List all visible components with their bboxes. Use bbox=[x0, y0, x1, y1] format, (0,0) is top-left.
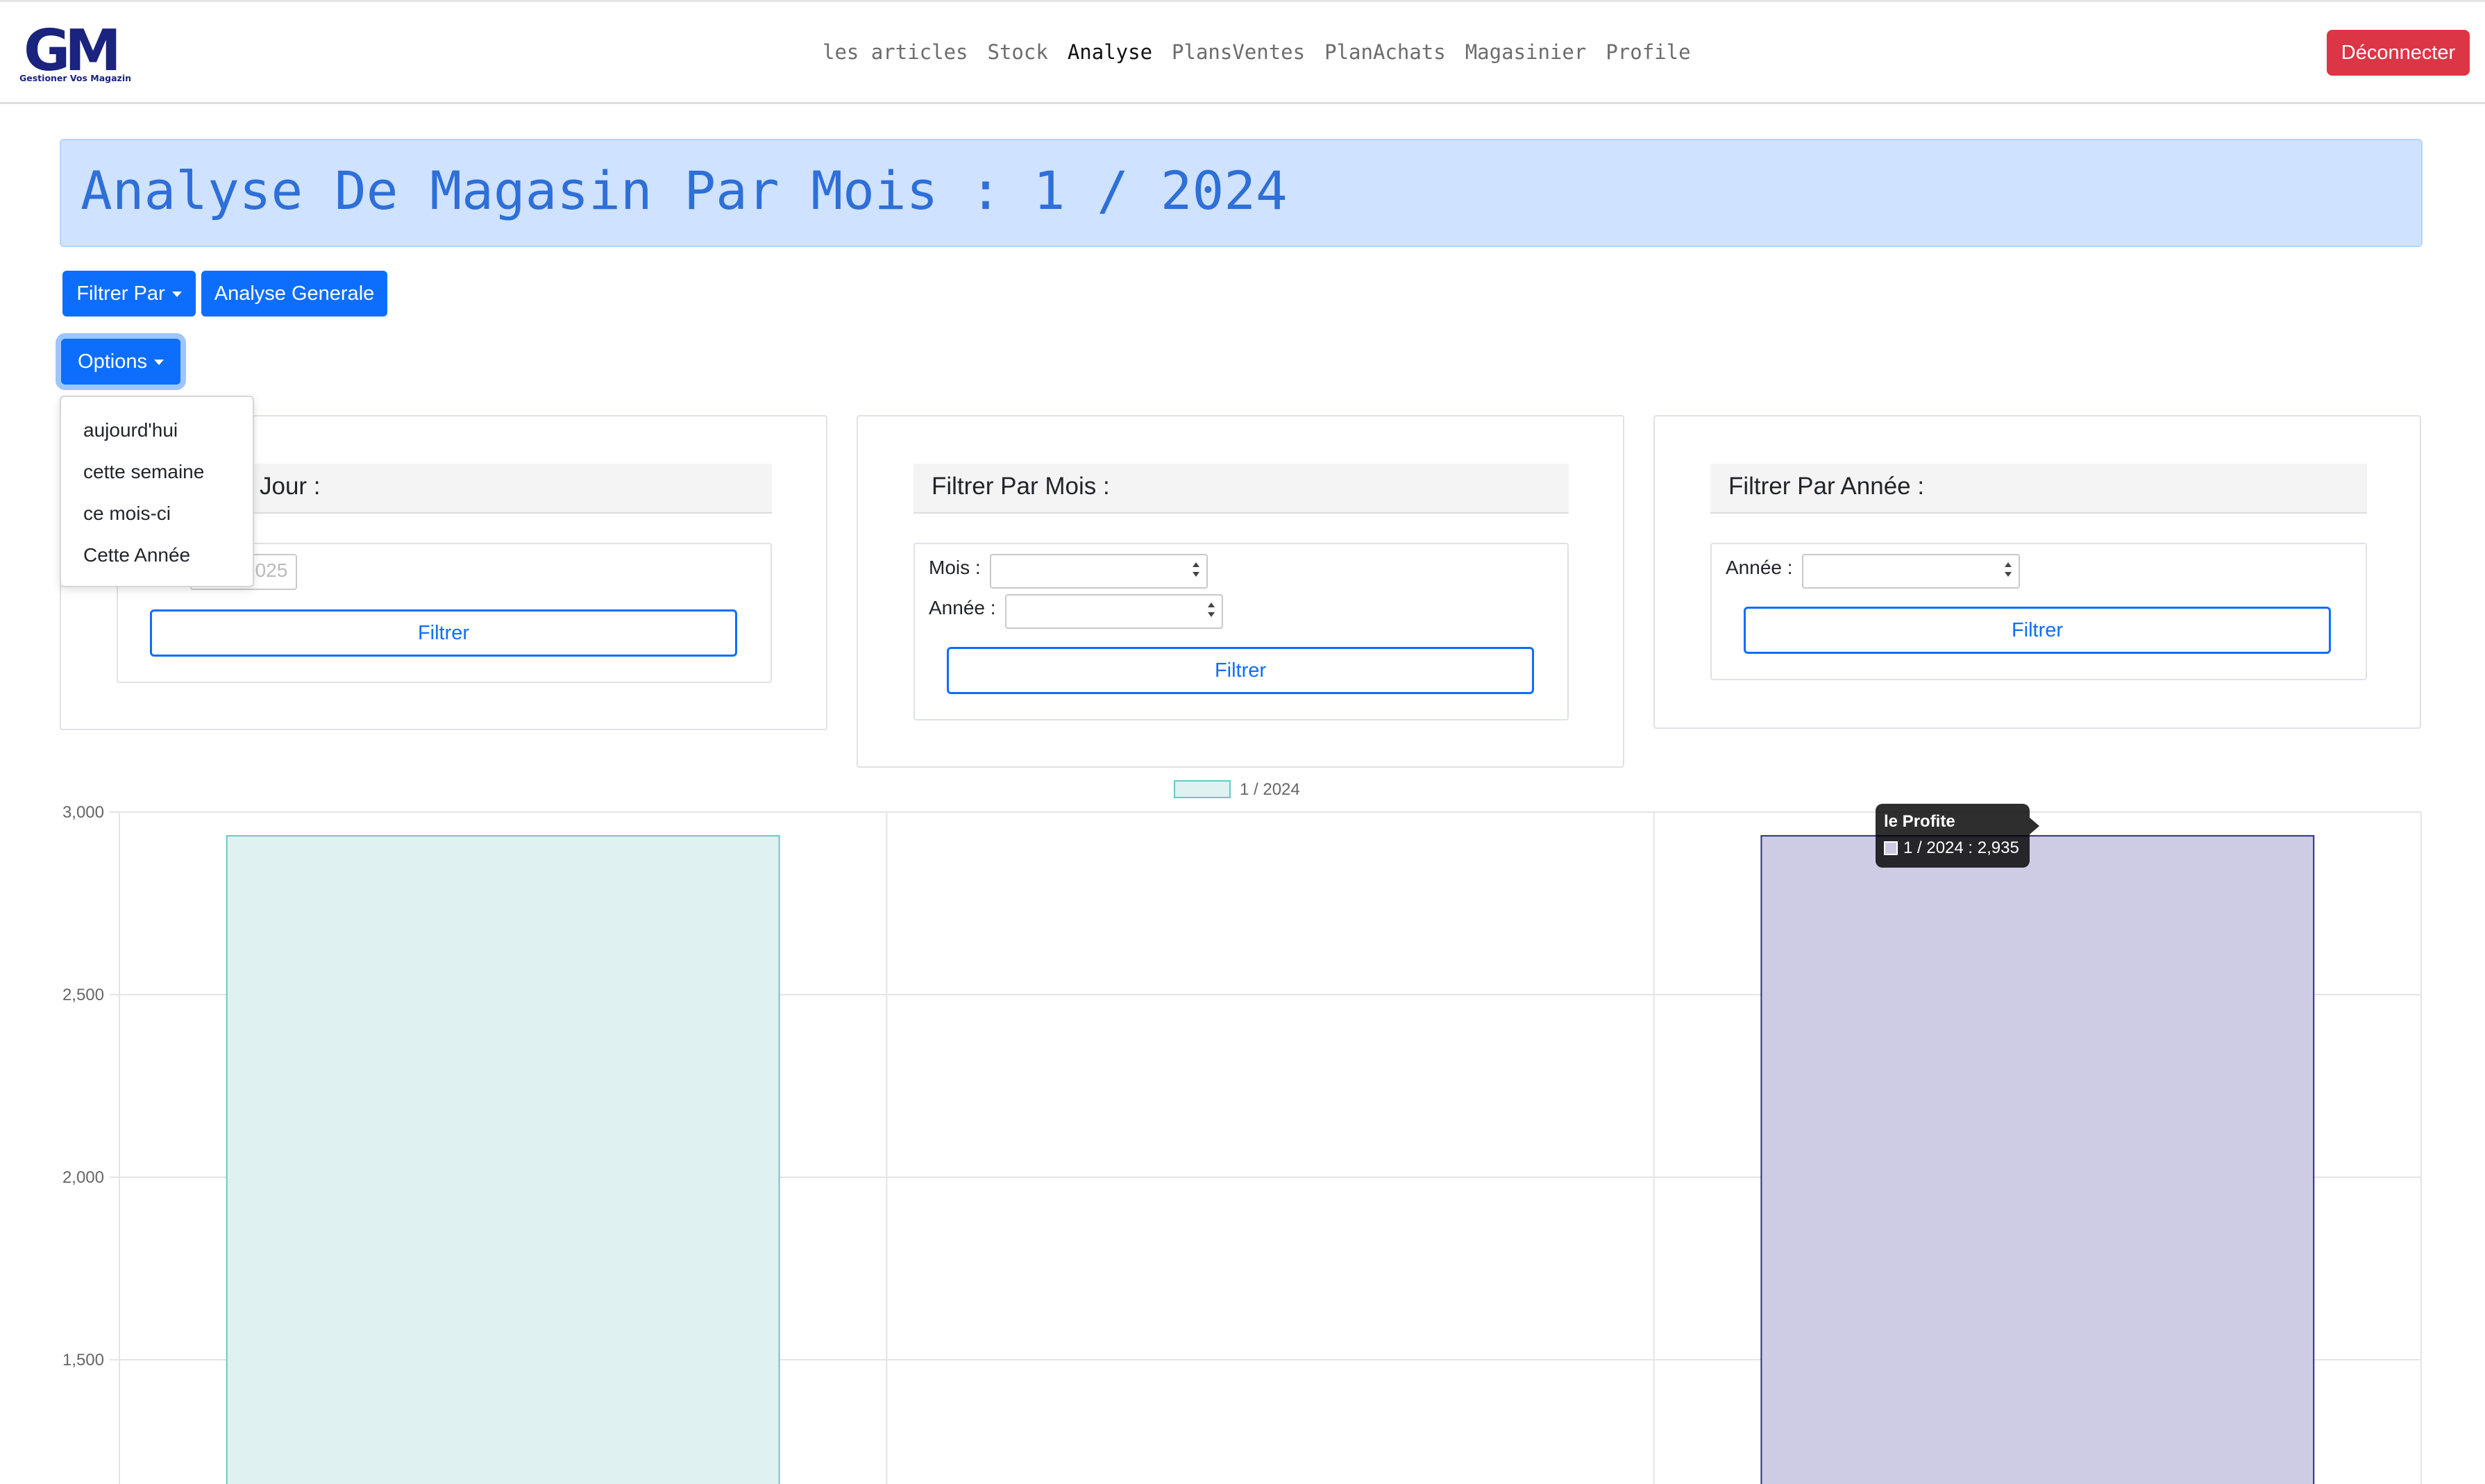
y-tick-label: 2,000 bbox=[62, 1168, 104, 1187]
option-this-year[interactable]: Cette Année bbox=[83, 544, 190, 566]
chart-legend: 1 / 2024 bbox=[1174, 780, 1300, 799]
logo[interactable]: GM Gestioner Vos Magazin bbox=[19, 18, 132, 87]
spinner-arrows-icon bbox=[1206, 601, 1216, 621]
nav-link-analyse[interactable]: Analyse bbox=[1068, 38, 1152, 66]
spinner-arrows-icon bbox=[1191, 561, 1201, 580]
chart-bars bbox=[226, 835, 2315, 1484]
filter-year-box: Année : Filtrer bbox=[1710, 543, 2367, 680]
tooltip-body: 1 / 2024 : 2,935 bbox=[1903, 838, 2019, 857]
filter-year-panel: Filtrer Par Année : Année : Filtrer bbox=[1653, 415, 2421, 729]
filter-month-header: Filtrer Par Mois : bbox=[913, 464, 1569, 514]
option-this-week[interactable]: cette semaine bbox=[83, 461, 204, 483]
general-analysis-button[interactable]: Analyse Generale bbox=[201, 271, 387, 317]
tooltip-swatch bbox=[1884, 841, 1898, 855]
profit-bar-chart: 3,000 2,500 2,000 1,500 1 / 2024 bbox=[62, 780, 2422, 1484]
options-button[interactable]: Options bbox=[61, 339, 180, 385]
month-year-label: Année : bbox=[929, 597, 996, 618]
filter-month-panel: Filtrer Par Mois : Mois : Année : Filtre… bbox=[857, 415, 1624, 768]
y-tick-label: 3,000 bbox=[62, 803, 104, 822]
nav-links: les articles Stock Analyse PlansVentes P… bbox=[823, 38, 1710, 66]
filter-month-box: Mois : Année : Filtrer bbox=[913, 543, 1569, 720]
nav-link-magasinier[interactable]: Magasinier bbox=[1465, 38, 1587, 66]
spinner-arrows-icon bbox=[2003, 561, 2013, 580]
y-tick-label: 2,500 bbox=[62, 986, 104, 1004]
options-dropdown-menu: aujourd'hui cette semaine ce mois-ci Cet… bbox=[60, 396, 254, 587]
legend-label[interactable]: 1 / 2024 bbox=[1240, 780, 1300, 799]
year-label: Année : bbox=[1726, 557, 1793, 578]
legend-swatch[interactable] bbox=[1174, 780, 1231, 798]
chart-bar[interactable] bbox=[1760, 835, 2315, 1484]
logo-mark: GM bbox=[24, 18, 121, 84]
chart-tooltip: le Profite 1 / 2024 : 2,935 bbox=[1876, 804, 2039, 868]
month-year-input[interactable] bbox=[1005, 594, 1223, 629]
year-input[interactable] bbox=[1802, 554, 2020, 589]
option-this-month[interactable]: ce mois-ci bbox=[83, 503, 171, 525]
tooltip-title: le Profite bbox=[1884, 812, 1955, 831]
nav-link-profile[interactable]: Profile bbox=[1606, 38, 1690, 66]
tooltip-arrow bbox=[2030, 818, 2039, 834]
filter-month-button[interactable]: Filtrer bbox=[947, 647, 1534, 694]
y-tick-label: 1,500 bbox=[62, 1351, 104, 1369]
caret-down-icon bbox=[171, 291, 182, 297]
page-title: Analyse De Magasin Par Mois : 1 / 2024 bbox=[81, 160, 1288, 221]
caret-down-icon bbox=[153, 359, 164, 365]
title-banner: Analyse De Magasin Par Mois : 1 / 2024 bbox=[60, 139, 2423, 247]
logo-subtitle: Gestioner Vos Magazin bbox=[19, 73, 132, 83]
filter-year-button[interactable]: Filtrer bbox=[1744, 607, 2331, 654]
nav-link-stock[interactable]: Stock bbox=[988, 38, 1048, 66]
month-label: Mois : bbox=[929, 557, 981, 578]
chart-bar[interactable] bbox=[226, 835, 780, 1484]
option-today[interactable]: aujourd'hui bbox=[83, 419, 178, 441]
options-label: Options bbox=[78, 350, 147, 373]
logout-button[interactable]: Déconnecter bbox=[2327, 30, 2470, 76]
filter-by-button[interactable]: Filtrer Par bbox=[62, 271, 196, 317]
filter-by-label: Filtrer Par bbox=[76, 282, 165, 305]
filter-day-button[interactable]: Filtrer bbox=[150, 609, 737, 657]
nav-link-plansventes[interactable]: PlansVentes bbox=[1172, 38, 1305, 66]
month-input[interactable] bbox=[990, 554, 1208, 589]
filter-year-header: Filtrer Par Année : bbox=[1710, 464, 2367, 514]
top-navbar: GM Gestioner Vos Magazin les articles St… bbox=[0, 0, 2485, 104]
nav-link-planachats[interactable]: PlanAchats bbox=[1324, 38, 1446, 66]
nav-link-articles[interactable]: les articles bbox=[823, 38, 968, 66]
chart-y-axis: 3,000 2,500 2,000 1,500 bbox=[62, 803, 104, 1369]
